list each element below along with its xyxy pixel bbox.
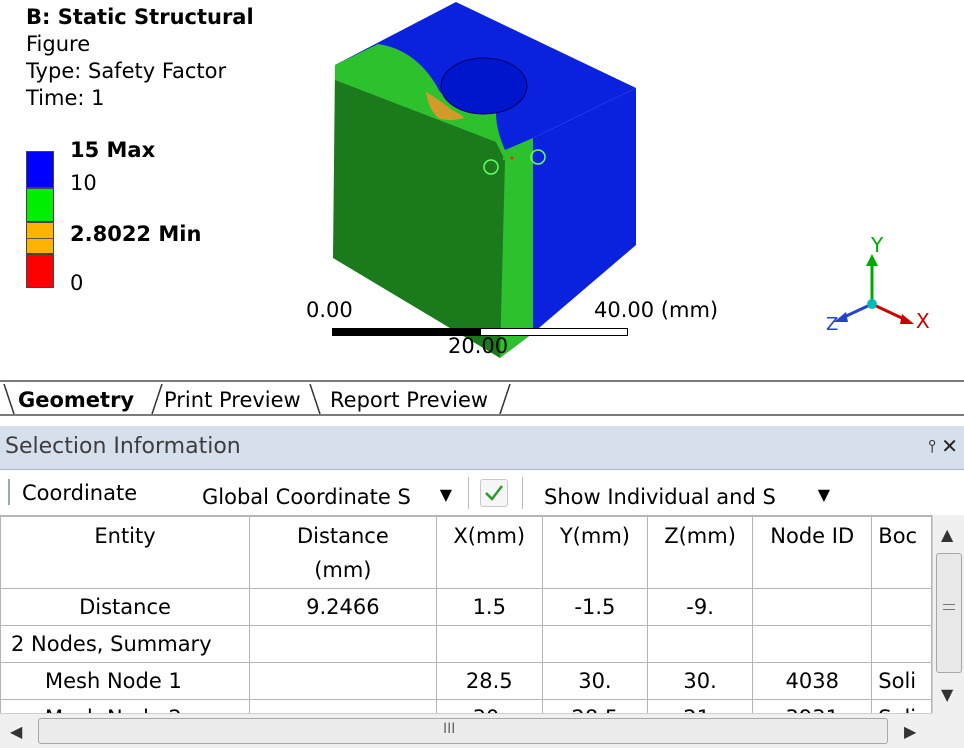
grip-lines-icon (943, 604, 955, 610)
cell-entity: 2 Nodes, Summary (0, 625, 251, 663)
legend-divider (26, 238, 54, 239)
column-header-x[interactable]: X(mm) (435, 516, 543, 589)
cell-entity: Mesh Node 1 (0, 662, 251, 700)
analysis-title: B: Static Structural (26, 5, 254, 29)
grip-label: III (443, 721, 456, 737)
cell-node-id: 4038 (752, 662, 873, 700)
tab-report-preview[interactable]: Report Preview (326, 384, 492, 416)
cell-y: -1.5 (541, 588, 648, 626)
cell-y: 30. (541, 662, 648, 700)
legend-min-label: 2.8022 Min (70, 222, 202, 246)
triad-origin (867, 299, 877, 309)
result-figure-label: Figure (26, 32, 91, 56)
cell-entity: Distance (0, 588, 251, 626)
legend-band-green (26, 188, 54, 222)
tab-geometry[interactable]: Geometry (14, 384, 138, 416)
toolbar-grip-icon (8, 479, 10, 505)
tab-print-preview[interactable]: Print Preview (160, 384, 305, 416)
cell-body (871, 588, 932, 626)
triad-x-label: X (916, 309, 930, 333)
checkmark-icon (485, 485, 503, 501)
cell-distance: 9.2466 (249, 588, 437, 626)
scale-label-right: 40.00 (mm) (594, 298, 719, 322)
table-row[interactable]: Distance 9.2466 1.5 -1.5 -9. (0, 588, 932, 626)
verify-button[interactable] (480, 479, 508, 507)
triad-z-label: Z (826, 314, 838, 335)
selection-grid: Entity Distance (mm) X(mm) Y(mm) Z(mm) N… (0, 516, 932, 713)
legend-band-blue (26, 151, 54, 188)
cell-z: 30. (646, 662, 754, 700)
table-header-row: Entity Distance (mm) X(mm) Y(mm) Z(mm) N… (0, 516, 932, 589)
cell-body: Soli (871, 662, 932, 700)
column-header-entity[interactable]: Entity (0, 516, 251, 589)
cell-z: -9. (646, 588, 754, 626)
legend-zero-label: 0 (70, 271, 84, 295)
cell-distance (249, 699, 437, 713)
cell-y (541, 625, 648, 663)
scroll-up-icon[interactable]: ▲ (941, 525, 953, 544)
toolbar-divider-2 (522, 477, 523, 509)
graphics-viewport[interactable]: B: Static Structural Figure Type: Safety… (0, 0, 964, 380)
selection-toolbar: Coordinate Global Coordinate S ▼ Show In… (0, 471, 964, 515)
column-header-node-id[interactable]: Node ID (752, 516, 873, 589)
column-header-distance[interactable]: Distance (mm) (249, 516, 437, 589)
scale-label-mid: 20.00 (448, 334, 509, 358)
scroll-left-icon[interactable]: ◀ (10, 722, 22, 741)
legend-max-label: 15 Max (70, 138, 156, 162)
cell-x: 30. (435, 699, 543, 713)
table-row[interactable]: Mesh Node 2 30. 28.5 21. 3931 Soli (0, 699, 932, 713)
cell-x: 28.5 (435, 662, 543, 700)
view-tabs: Geometry Print Preview Report Preview (0, 380, 964, 416)
chevron-down-icon: ▼ (439, 485, 452, 504)
cell-node-id (752, 625, 873, 663)
scale-label-left: 0.00 (306, 298, 353, 322)
vertical-scroll-thumb[interactable] (936, 553, 962, 673)
vertical-scrollbar[interactable]: ▲ ▼ (932, 515, 964, 713)
table-row[interactable]: Mesh Node 1 28.5 30. 30. 4038 Soli (0, 662, 932, 700)
cell-y: 28.5 (541, 699, 648, 713)
table-row[interactable]: 2 Nodes, Summary (0, 625, 932, 663)
result-info: B: Static Structural Figure Type: Safety… (26, 4, 254, 112)
cell-body (871, 625, 932, 663)
cell-body: Soli (871, 699, 932, 713)
horizontal-scroll-thumb[interactable]: III (38, 718, 888, 744)
toolbar-divider (468, 477, 469, 509)
scrollbar-corner (932, 713, 964, 748)
selection-panel-header: Selection Information ⫯ ✕ (0, 426, 964, 470)
legend-band-red (26, 254, 54, 288)
display-mode-dropdown[interactable]: Show Individual and S ▼ (544, 485, 832, 515)
chevron-down-icon: ▼ (817, 485, 830, 504)
selection-table: Entity Distance (mm) X(mm) Y(mm) Z(mm) N… (0, 515, 932, 713)
coordinate-label: Coordinate (22, 481, 138, 505)
result-type-label: Type: Safety Factor (26, 59, 227, 83)
scroll-right-icon[interactable]: ▶ (904, 722, 916, 741)
scroll-down-icon[interactable]: ▼ (941, 685, 953, 704)
triad-y-label: Y (870, 233, 884, 257)
display-mode-value: Show Individual and S (544, 485, 776, 509)
close-icon[interactable]: ✕ (941, 434, 958, 458)
column-header-z[interactable]: Z(mm) (646, 516, 754, 589)
coordinate-system-dropdown[interactable]: Global Coordinate S ▼ (202, 485, 454, 515)
triad-x-axis (871, 302, 907, 322)
axis-triad[interactable]: Y X Z (822, 232, 942, 342)
result-time-label: Time: 1 (26, 86, 105, 110)
x-arrow-icon (900, 314, 914, 324)
horizontal-scrollbar[interactable]: ◀ III ▶ (0, 713, 932, 748)
cell-x: 1.5 (435, 588, 543, 626)
coordinate-system-value: Global Coordinate S (202, 485, 411, 509)
cell-z: 21. (646, 699, 754, 713)
cell-distance (249, 625, 437, 663)
legend-upper-label: 10 (70, 171, 97, 195)
pin-icon[interactable]: ⫯ (928, 436, 936, 457)
cell-node-id (752, 588, 873, 626)
cell-node-id: 3931 (752, 699, 873, 713)
column-header-y[interactable]: Y(mm) (541, 516, 648, 589)
panel-title: Selection Information (5, 434, 241, 459)
cell-entity: Mesh Node 2 (0, 699, 251, 713)
probe-point (510, 156, 514, 160)
column-header-body[interactable]: Boc (871, 516, 932, 589)
cell-z (646, 625, 754, 663)
cell-distance (249, 662, 437, 700)
cell-x (435, 625, 543, 663)
